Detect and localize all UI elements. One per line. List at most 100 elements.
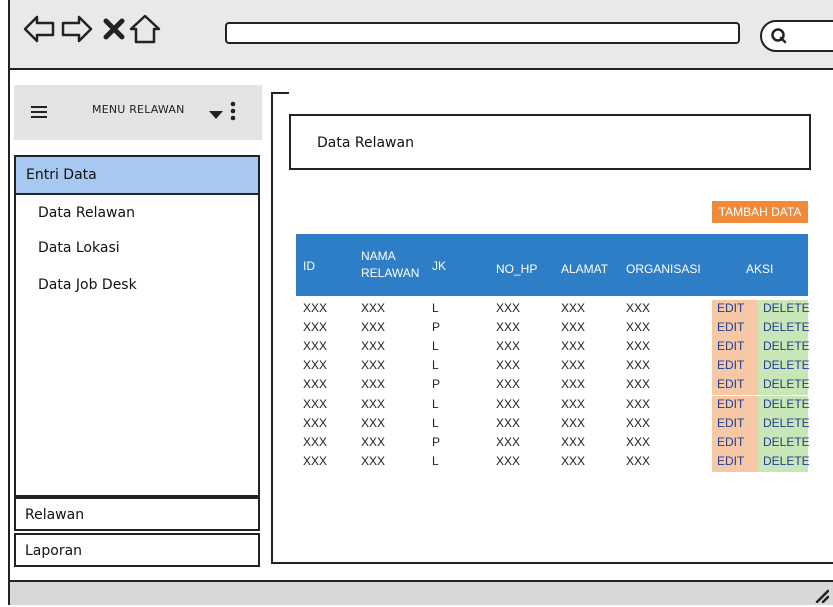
sidebar-item-label: Entri Data <box>26 167 97 183</box>
edit-button[interactable]: EDIT <box>712 452 758 472</box>
delete-label: DELETE <box>763 358 810 373</box>
column-header-nama-relawan: NAMA RELAWAN <box>361 249 420 280</box>
cell-id: XXX <box>303 358 328 373</box>
edit-label: EDIT <box>717 434 745 449</box>
cell-jk: P <box>432 320 441 335</box>
cell-organisasi: XXX <box>626 396 651 411</box>
edit-button[interactable]: EDIT <box>712 338 758 358</box>
delete-button[interactable]: DELETE <box>758 357 810 377</box>
sidebar-item-laporan[interactable]: Laporan <box>14 533 260 567</box>
table-row: XXX XXX L XXX XXX XXX EDIT DELETE <box>296 300 810 319</box>
cell-organisasi: XXX <box>626 358 651 373</box>
sidebar-header: MENU RELAWAN <box>14 85 262 140</box>
content-border <box>271 562 833 564</box>
caret-down-icon[interactable] <box>208 105 224 119</box>
column-header-aksi: AKSI <box>746 262 774 276</box>
cell-alamat: XXX <box>561 301 586 315</box>
edit-label: EDIT <box>717 453 745 468</box>
cell-organisasi: XXX <box>626 377 651 392</box>
more-vertical-icon[interactable] <box>229 100 237 122</box>
delete-button[interactable]: DELETE <box>758 452 810 472</box>
cell-no-hp: XXX <box>496 396 521 411</box>
table-row: XXX XXX L XXX XXX XXX EDIT DELETE <box>296 452 810 472</box>
cell-nama: XXX <box>361 301 386 315</box>
table-row: XXX XXX P XXX XXX XXX EDIT DELETE <box>296 376 810 396</box>
cell-id: XXX <box>303 396 328 411</box>
sidebar-item-label: Relawan <box>25 507 85 523</box>
delete-button[interactable]: DELETE <box>758 414 810 434</box>
cell-jk: L <box>432 358 439 373</box>
cell-alamat: XXX <box>561 377 586 392</box>
delete-button[interactable]: DELETE <box>758 376 810 396</box>
edit-button[interactable]: EDIT <box>712 433 758 453</box>
edit-button[interactable]: EDIT <box>712 357 758 377</box>
cell-jk: L <box>432 339 439 354</box>
sidebar-item-entri-data[interactable]: Entri Data <box>16 157 258 195</box>
delete-label: DELETE <box>763 415 810 430</box>
edit-button[interactable]: EDIT <box>712 300 758 319</box>
delete-button[interactable]: DELETE <box>758 395 810 415</box>
cell-id: XXX <box>303 415 328 430</box>
cell-alamat: XXX <box>561 320 586 335</box>
content-border <box>271 92 273 562</box>
forward-icon[interactable] <box>60 12 94 46</box>
column-header-alamat: ALAMAT <box>561 262 609 276</box>
delete-label: DELETE <box>763 339 810 354</box>
browser-toolbar <box>10 0 833 70</box>
table-header: ID NAMA RELAWAN JK NO_HP ALAMAT ORGANISA… <box>296 234 808 296</box>
cell-id: XXX <box>303 377 328 392</box>
edit-label: EDIT <box>717 358 745 373</box>
cell-nama: XXX <box>361 358 386 373</box>
delete-label: DELETE <box>763 434 810 449</box>
cell-nama: XXX <box>361 377 386 392</box>
cell-jk: L <box>432 396 439 411</box>
cell-nama: XXX <box>361 396 386 411</box>
cell-jk: P <box>432 377 441 392</box>
sidebar-subitem-data-relawan[interactable]: Data Relawan <box>38 205 135 221</box>
close-icon[interactable] <box>97 12 131 46</box>
home-icon[interactable] <box>128 12 162 46</box>
page-title: Data Relawan <box>317 135 414 151</box>
delete-label: DELETE <box>763 396 810 411</box>
table-row: XXX XXX P XXX XXX XXX EDIT DELETE <box>296 433 810 453</box>
column-header-no-hp: NO_HP <box>496 262 538 276</box>
sidebar-item-relawan[interactable]: Relawan <box>14 497 260 531</box>
delete-button[interactable]: DELETE <box>758 319 810 339</box>
sidebar-item-label: Laporan <box>25 543 83 559</box>
cell-organisasi: XXX <box>626 339 651 354</box>
menu-title: MENU RELAWAN <box>92 103 185 116</box>
cell-organisasi: XXX <box>626 415 651 430</box>
cell-jk: L <box>432 453 439 468</box>
delete-button[interactable]: DELETE <box>758 433 810 453</box>
delete-button[interactable]: DELETE <box>758 338 810 358</box>
edit-button[interactable]: EDIT <box>712 319 758 339</box>
back-icon[interactable] <box>22 12 56 46</box>
cell-id: XXX <box>303 434 328 449</box>
cell-id: XXX <box>303 339 328 354</box>
table-row: XXX XXX P XXX XXX XXX EDIT DELETE <box>296 319 810 339</box>
edit-button[interactable]: EDIT <box>712 376 758 396</box>
add-data-button[interactable]: TAMBAH DATA <box>712 201 808 223</box>
cell-no-hp: XXX <box>496 377 521 392</box>
delete-button[interactable]: DELETE <box>758 300 810 319</box>
cell-id: XXX <box>303 301 328 315</box>
hamburger-icon[interactable] <box>31 104 47 118</box>
cell-alamat: XXX <box>561 434 586 449</box>
address-bar[interactable] <box>225 22 740 44</box>
sidebar-subitem-data-lokasi[interactable]: Data Lokasi <box>38 240 120 256</box>
resize-grip-icon[interactable] <box>813 587 830 604</box>
column-header-organisasi: ORGANISASI <box>626 262 701 276</box>
delete-label: DELETE <box>763 320 810 335</box>
cell-no-hp: XXX <box>496 453 521 468</box>
sidebar-subitem-data-job-desk[interactable]: Data Job Desk <box>38 277 137 293</box>
cell-no-hp: XXX <box>496 339 521 354</box>
sidebar-panel-entri-data: Entri Data Data Relawan Data Lokasi Data… <box>14 155 260 497</box>
edit-button[interactable]: EDIT <box>712 395 758 415</box>
search-input[interactable] <box>760 20 833 52</box>
edit-button[interactable]: EDIT <box>712 414 758 434</box>
cell-id: XXX <box>303 453 328 468</box>
table-row: XXX XXX L XXX XXX XXX EDIT DELETE <box>296 395 810 415</box>
delete-label: DELETE <box>763 301 810 315</box>
cell-nama: XXX <box>361 339 386 354</box>
cell-nama: XXX <box>361 434 386 449</box>
